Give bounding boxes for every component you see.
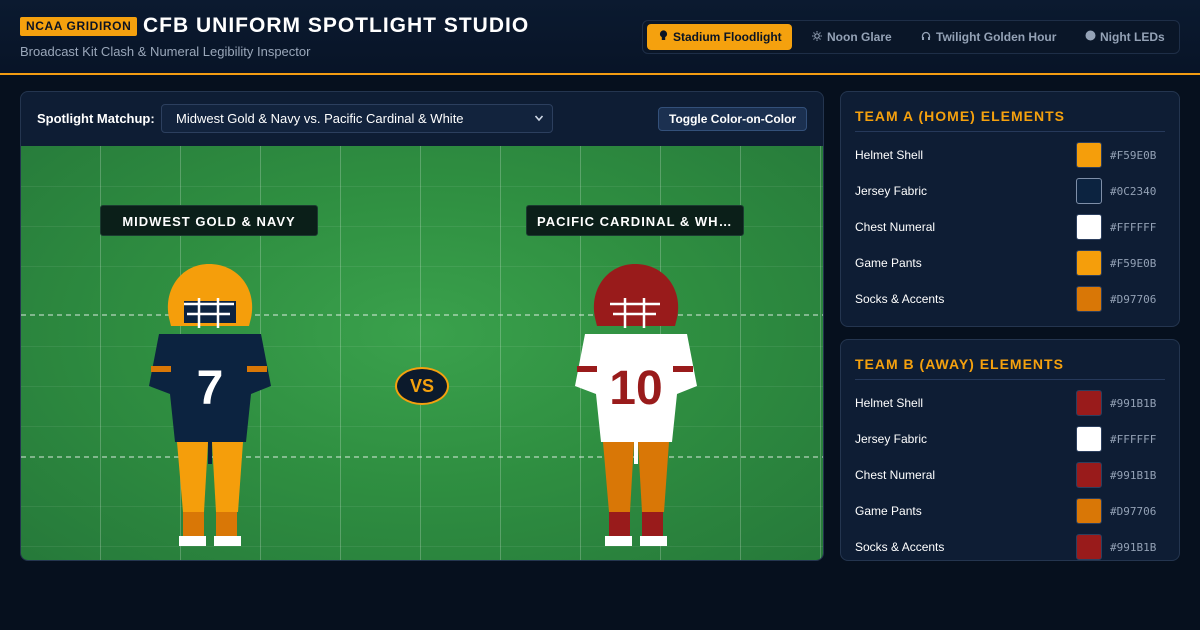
team-b-cleat [640,536,667,546]
element-label: Game Pants [855,256,922,270]
element-label: Chest Numeral [855,220,936,234]
chevron-down-icon [534,105,544,143]
team-b-element-row: Chest Numeral #991B1B [855,462,1165,488]
hex-value: #D97706 [1110,505,1157,518]
lighting-label: Night LEDs [1100,30,1165,44]
team-a-pants [212,442,243,512]
team-a-player-figure: 7 [147,260,273,550]
team-b-elements-panel: TEAM B (AWAY) ELEMENTS Helmet Shell #991… [840,339,1180,561]
color-swatch[interactable] [1076,498,1102,524]
lighting-label: Stadium Floodlight [673,30,782,44]
element-label: Socks & Accents [855,292,945,306]
team-a-pants [177,442,208,512]
matchup-select[interactable]: Midwest Gold & Navy vs. Pacific Cardinal… [161,104,553,133]
vs-badge: VS [395,367,449,405]
league-badge: NCAA GRIDIRON [20,17,138,36]
hex-value: #F59E0B [1110,149,1157,162]
team-a-sock [216,512,237,536]
hex-value: #F59E0B [1110,257,1157,270]
team-b-panel-title: TEAM B (AWAY) ELEMENTS [855,356,1064,372]
team-b-sock [642,512,663,536]
color-swatch[interactable] [1076,390,1102,416]
app-subtitle: Broadcast Kit Clash & Numeral Legibility… [20,44,311,59]
team-b-name-label: PACIFIC CARDINAL & WHITE [526,205,744,236]
lightbulb-icon [657,26,669,52]
team-b-sock [609,512,630,536]
team-b-element-row: Game Pants #D97706 [855,498,1165,524]
lighting-noon-glare-button[interactable]: Noon Glare [801,24,902,50]
circle-icon [1084,26,1096,52]
team-b-element-row: Socks & Accents #991B1B [855,534,1165,560]
team-a-element-row: Jersey Fabric #0C2340 [855,178,1165,204]
matchup-select-value: Midwest Gold & Navy vs. Pacific Cardinal… [176,111,464,126]
team-a-sock [183,512,204,536]
team-a-element-row: Socks & Accents #D97706 [855,286,1165,312]
matchup-toolbar: Spotlight Matchup: Midwest Gold & Navy v… [21,92,823,146]
toggle-color-on-color-button[interactable]: Toggle Color-on-Color [658,107,808,131]
lighting-night-leds-button[interactable]: Night LEDs [1074,24,1175,50]
app-header: NCAA GRIDIRON CFB UNIFORM SPOTLIGHT STUD… [0,0,1200,75]
team-a-element-row: Helmet Shell #F59E0B [855,142,1165,168]
lighting-mode-selector: Stadium Floodlight Noon Glare Twilight G… [642,20,1180,54]
hex-value: #991B1B [1110,397,1157,410]
hex-value: #0C2340 [1110,185,1157,198]
team-a-element-row: Chest Numeral #FFFFFF [855,214,1165,240]
matchup-label: Spotlight Matchup: [37,111,155,126]
element-label: Socks & Accents [855,540,945,554]
color-swatch[interactable] [1076,462,1102,488]
team-a-chest-numeral: 7 [196,362,224,415]
element-label: Helmet Shell [855,148,924,162]
divider [855,379,1165,380]
hex-value: #FFFFFF [1110,433,1157,446]
color-swatch[interactable] [1076,286,1102,312]
lighting-twilight-golden-hour-button[interactable]: Twilight Golden Hour [910,24,1066,50]
element-label: Helmet Shell [855,396,924,410]
color-swatch[interactable] [1076,534,1102,560]
team-b-cleat [605,536,632,546]
team-b-player-figure: 10 [573,260,699,550]
team-a-elements-panel: TEAM A (HOME) ELEMENTS Helmet Shell #F59… [840,91,1180,327]
app-title: CFB UNIFORM SPOTLIGHT STUDIO [143,14,530,37]
element-label: Game Pants [855,504,922,518]
hex-value: #D97706 [1110,293,1157,306]
team-b-chest-numeral: 10 [609,362,663,415]
color-swatch[interactable] [1076,178,1102,204]
lighting-label: Noon Glare [827,30,892,44]
color-swatch[interactable] [1076,250,1102,276]
divider [855,131,1165,132]
color-swatch[interactable] [1076,426,1102,452]
team-b-pants [603,442,634,512]
team-a-cleat [179,536,206,546]
team-a-panel-title: TEAM A (HOME) ELEMENTS [855,108,1065,124]
lighting-stadium-floodlight-button[interactable]: Stadium Floodlight [647,24,792,50]
element-label: Jersey Fabric [855,184,928,198]
team-b-pants [638,442,669,512]
football-field: MIDWEST GOLD & NAVY PACIFIC CARDINAL & W… [21,146,823,560]
lighting-label: Twilight Golden Hour [936,30,1057,44]
team-a-element-row: Game Pants #F59E0B [855,250,1165,276]
hex-value: #991B1B [1110,541,1157,554]
color-swatch[interactable] [1076,214,1102,240]
matchup-preview-panel: Spotlight Matchup: Midwest Gold & Navy v… [20,91,824,561]
color-swatch[interactable] [1076,142,1102,168]
hex-value: #991B1B [1110,469,1157,482]
element-label: Jersey Fabric [855,432,928,446]
team-b-element-row: Jersey Fabric #FFFFFF [855,426,1165,452]
element-label: Chest Numeral [855,468,936,482]
headphones-icon [920,26,932,52]
team-a-name-label: MIDWEST GOLD & NAVY [100,205,318,236]
team-a-cleat [214,536,241,546]
team-b-element-row: Helmet Shell #991B1B [855,390,1165,416]
sun-icon [811,26,823,52]
hex-value: #FFFFFF [1110,221,1157,234]
